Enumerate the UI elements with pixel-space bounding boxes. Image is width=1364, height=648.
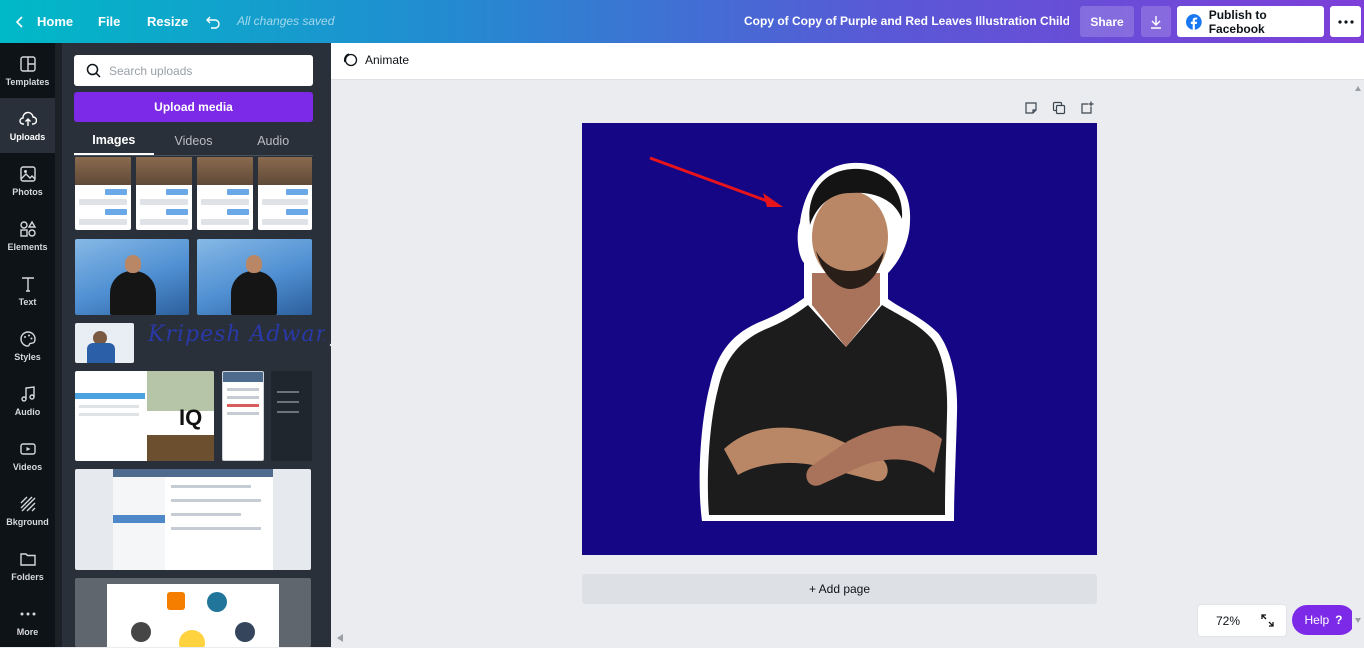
- canvas-scrollbar[interactable]: [1352, 80, 1364, 647]
- rail-item-more[interactable]: More: [0, 593, 55, 648]
- folder-icon: [19, 552, 36, 566]
- shapes-icon: [19, 220, 36, 237]
- upload-thumbnail[interactable]: [222, 371, 264, 461]
- tab-videos[interactable]: Videos: [154, 126, 234, 155]
- rail-label: Audio: [14, 406, 41, 417]
- templates-icon: [19, 55, 36, 72]
- upload-cloud-icon: [18, 111, 37, 126]
- zoom-level[interactable]: 72%: [1216, 614, 1240, 628]
- rail-item-text[interactable]: Text: [0, 263, 55, 318]
- iq-logo-text: IQ: [179, 405, 203, 430]
- save-status: All changes saved: [237, 14, 335, 28]
- question-icon: ?: [1335, 613, 1343, 627]
- add-page-icon[interactable]: [1080, 101, 1094, 115]
- rail-label: Folders: [11, 571, 44, 582]
- upload-thumbnail[interactable]: [75, 469, 311, 570]
- rail-label: Templates: [5, 76, 50, 87]
- rail-item-videos[interactable]: Videos: [0, 428, 55, 483]
- side-navigation: Templates Uploads Photos Elements Text S…: [0, 43, 55, 647]
- upload-thumbnail[interactable]: [197, 239, 312, 315]
- rail-item-audio[interactable]: Audio: [0, 373, 55, 428]
- rail-item-background[interactable]: Bkground: [0, 483, 55, 538]
- undo-button[interactable]: [205, 0, 221, 43]
- tab-audio[interactable]: Audio: [233, 126, 313, 155]
- home-label: Home: [37, 14, 74, 29]
- publish-label: Publish to Facebook: [1208, 7, 1267, 36]
- resize-menu[interactable]: Resize: [147, 0, 188, 43]
- facebook-icon: [1186, 13, 1202, 30]
- upload-media-button[interactable]: Upload media: [74, 92, 313, 122]
- animate-label: Animate: [365, 52, 410, 67]
- zoom-control[interactable]: 72%: [1197, 604, 1287, 637]
- rail-label: Bkground: [6, 516, 49, 527]
- publish-facebook-button[interactable]: Publish to Facebook: [1177, 6, 1324, 37]
- chevron-left-icon: [15, 15, 23, 28]
- rail-item-folders[interactable]: Folders: [0, 538, 55, 593]
- more-options-button[interactable]: [1330, 6, 1361, 37]
- undo-icon: [206, 16, 220, 29]
- rail-label: Photos: [12, 186, 43, 197]
- video-icon: [19, 442, 36, 455]
- upload-thumbnail[interactable]: [75, 157, 131, 230]
- note-icon[interactable]: [1024, 101, 1038, 115]
- download-button[interactable]: [1141, 6, 1171, 37]
- background-icon: [20, 496, 35, 511]
- rail-label: More: [16, 626, 39, 637]
- signature-thumbnail[interactable]: Kripesh Adwani: [148, 322, 339, 347]
- page-tools: [1024, 101, 1094, 115]
- rail-label: Text: [18, 296, 37, 307]
- download-icon: [1151, 15, 1161, 29]
- upload-thumbnail[interactable]: [258, 157, 312, 230]
- upload-thumbnail[interactable]: IQ: [75, 371, 214, 461]
- rail-item-styles[interactable]: Styles: [0, 318, 55, 373]
- palette-icon: [19, 330, 36, 347]
- upload-thumbnail[interactable]: [197, 157, 253, 230]
- home-button[interactable]: Home: [14, 0, 73, 43]
- text-icon: [21, 276, 34, 292]
- more-dots-icon: [20, 612, 35, 615]
- upload-thumbnail[interactable]: [271, 371, 312, 461]
- search-icon: [86, 63, 101, 78]
- rail-label: Uploads: [9, 131, 46, 142]
- chevron-left-icon[interactable]: [337, 634, 343, 642]
- more-dots-icon: [1337, 19, 1354, 24]
- upload-thumbnail[interactable]: [75, 323, 134, 363]
- image-icon: [19, 165, 36, 182]
- chevron-down-icon: [1355, 618, 1361, 623]
- chevron-up-icon: [1355, 86, 1361, 91]
- rail-item-uploads[interactable]: Uploads: [0, 98, 55, 153]
- upload-thumbnail[interactable]: [75, 578, 311, 647]
- design-artwork[interactable]: [582, 123, 1097, 555]
- search-box[interactable]: [74, 55, 313, 86]
- animate-button[interactable]: Animate: [343, 52, 409, 67]
- share-button[interactable]: Share: [1080, 6, 1134, 37]
- add-page-button[interactable]: + Add page: [582, 574, 1097, 604]
- rail-label: Elements: [7, 241, 48, 252]
- animate-icon: [343, 53, 358, 67]
- upload-thumbnail[interactable]: [136, 157, 192, 230]
- search-input[interactable]: [109, 63, 299, 78]
- rail-label: Videos: [12, 461, 43, 472]
- rail-label: Styles: [14, 351, 41, 362]
- file-menu[interactable]: File: [98, 0, 120, 43]
- top-bar: Home File Resize All changes saved Copy …: [0, 0, 1364, 43]
- panel-scrollbar[interactable]: [55, 43, 62, 647]
- tab-images[interactable]: Images: [74, 126, 154, 155]
- help-label: Help: [1304, 613, 1330, 627]
- media-tabs: Images Videos Audio: [74, 126, 313, 156]
- document-title[interactable]: Copy of Copy of Purple and Red Leaves Il…: [744, 14, 1069, 28]
- help-button[interactable]: Help ?: [1292, 605, 1355, 635]
- fullscreen-icon[interactable]: [1261, 614, 1274, 627]
- design-page[interactable]: [582, 123, 1097, 555]
- upload-thumbnail[interactable]: [75, 239, 189, 315]
- context-toolbar: [331, 43, 1364, 80]
- music-note-icon: [20, 385, 35, 402]
- rail-item-elements[interactable]: Elements: [0, 208, 55, 263]
- rail-item-templates[interactable]: Templates: [0, 43, 55, 98]
- rail-item-photos[interactable]: Photos: [0, 153, 55, 208]
- duplicate-page-icon[interactable]: [1052, 101, 1066, 115]
